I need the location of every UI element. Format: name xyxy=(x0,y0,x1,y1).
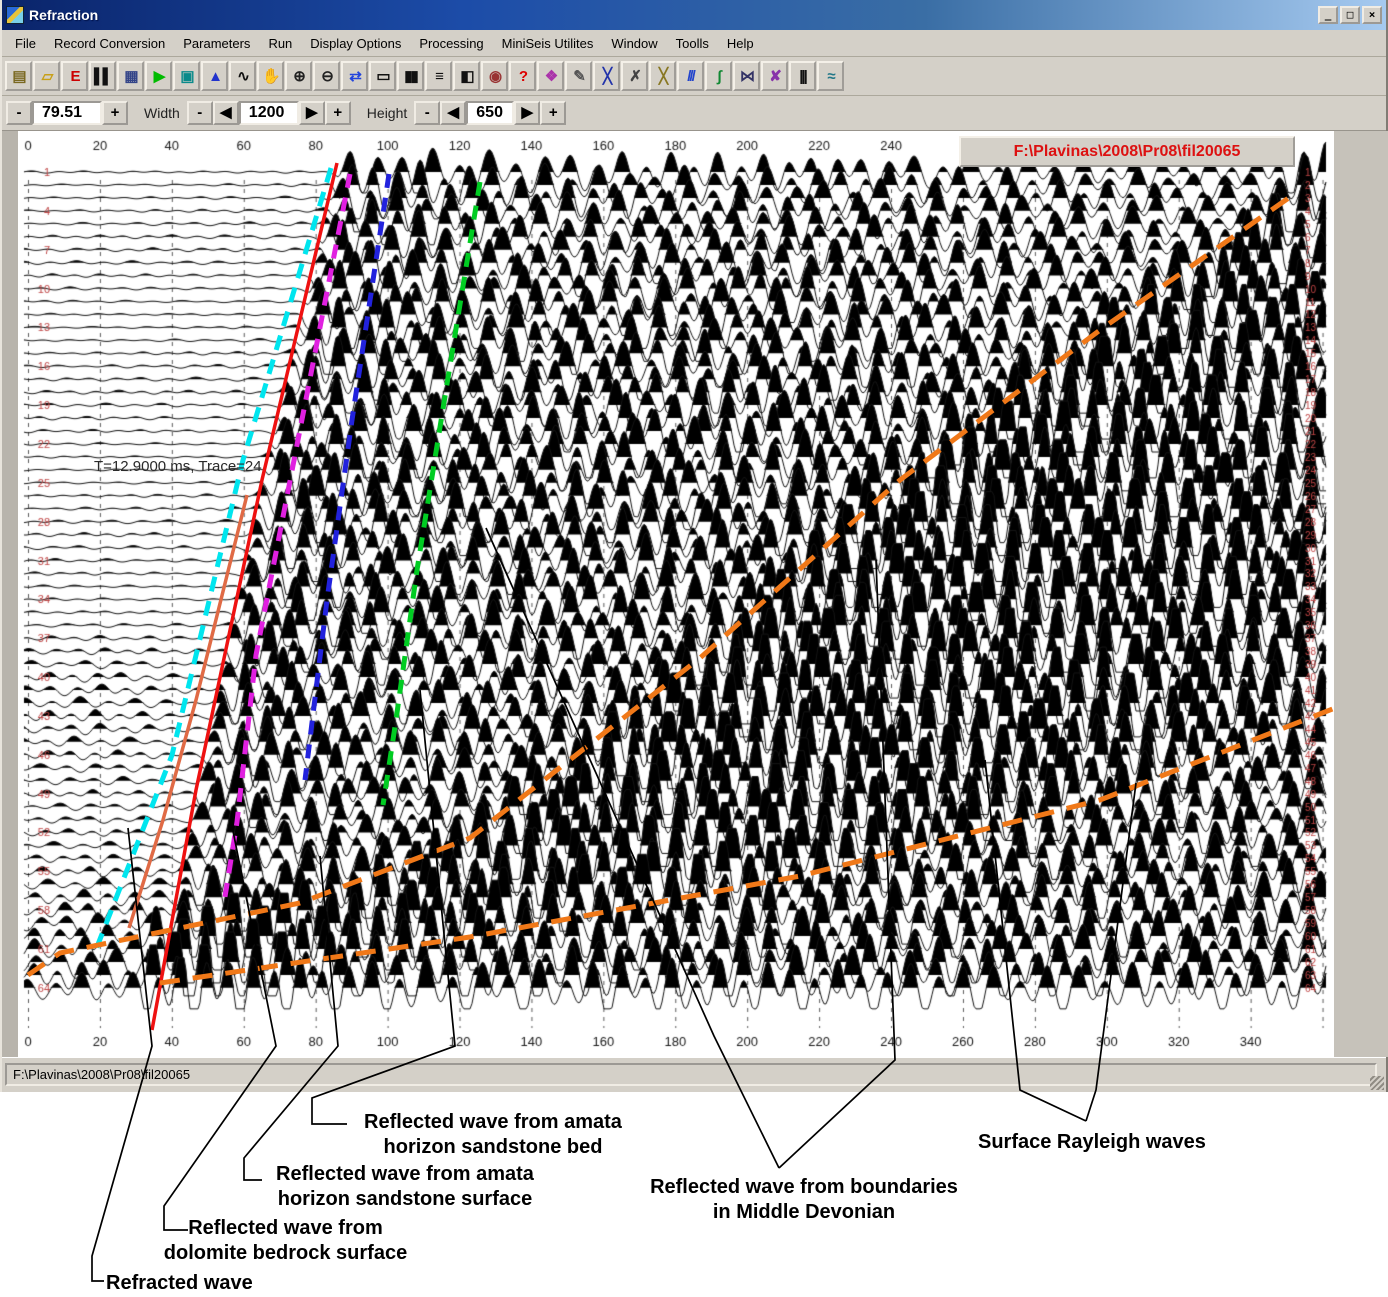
menu-item-file[interactable]: File xyxy=(6,32,45,55)
height-label: Height xyxy=(367,105,407,121)
minimize-button[interactable]: _ xyxy=(1318,6,1338,24)
save-convert-icon[interactable]: ▦ xyxy=(117,61,144,91)
seismic-plot-region: F:\Plavinas\2008\Pr08\fil20065 T=12.9000… xyxy=(2,131,1388,1057)
curves-join-icon[interactable]: ⋈ xyxy=(733,61,760,91)
width-label: Width xyxy=(144,105,180,121)
label-amata-surface: Reflected wave from amatahorizon sandsto… xyxy=(255,1162,555,1212)
window-title: Refraction xyxy=(29,7,1316,23)
menu-bar: FileRecord ConversionParametersRunDispla… xyxy=(2,30,1386,57)
seismogram-canvas[interactable] xyxy=(18,131,1334,1057)
run-play-icon[interactable]: ▶ xyxy=(145,61,172,91)
label-refracted-line-1: Refracted wave xyxy=(106,1271,326,1296)
menu-item-window[interactable]: Window xyxy=(602,32,666,55)
zoom-in-icon[interactable]: ⊕ xyxy=(285,61,312,91)
cursor-readout: T=12.9000 ms, Trace=24 xyxy=(94,458,262,475)
label-refracted: Refracted wave xyxy=(106,1271,326,1296)
width-step-left-button[interactable]: ◀ xyxy=(213,101,239,125)
label-dolomite: Reflected wave fromdolomite bedrock surf… xyxy=(128,1216,443,1266)
app-icon xyxy=(6,6,24,24)
pan-hand-icon[interactable]: ✋ xyxy=(257,61,284,91)
pause-traces-icon[interactable]: ▌▌ xyxy=(89,61,116,91)
zoom-out-icon[interactable]: ⊖ xyxy=(313,61,340,91)
application-window: Refraction _ □ × FileRecord ConversionPa… xyxy=(0,0,1388,1092)
resize-grip[interactable] xyxy=(1370,1076,1384,1090)
edit-notes-icon[interactable]: ✎ xyxy=(565,61,592,91)
label-amata-surface-line-1: Reflected wave from amata xyxy=(255,1162,555,1187)
new-document-icon[interactable]: ▤ xyxy=(5,61,32,91)
height-plus-button[interactable]: + xyxy=(540,101,566,125)
scale-minus-button[interactable]: - xyxy=(6,101,32,125)
smooth-waves-icon[interactable]: ≈ xyxy=(817,61,844,91)
toolbar: ▤▱E▌▌▦▶▣▲∿✋⊕⊖⇄▭▮▮≡◧◉?❖✎╳✗╳///∫⋈✘|||≈ xyxy=(2,57,1386,96)
record-media-icon[interactable]: ◉ xyxy=(481,61,508,91)
menu-item-run[interactable]: Run xyxy=(259,32,301,55)
stop-frame-icon[interactable]: ▣ xyxy=(173,61,200,91)
velocity-curves-icon[interactable]: /// xyxy=(677,61,704,91)
edit-e-icon[interactable]: E xyxy=(61,61,88,91)
height-step-right-button[interactable]: ▶ xyxy=(514,101,540,125)
label-middle-devonian-line-2: in Middle Devonian xyxy=(628,1200,980,1225)
controls-bar: -79.51+Width-◀1200▶+Height-◀650▶+ xyxy=(2,96,1386,131)
label-rayleigh: Surface Rayleigh waves xyxy=(978,1130,1258,1155)
menu-item-miniseis-utilites[interactable]: MiniSeis Utilites xyxy=(493,32,603,55)
cross-traces-icon[interactable]: ╳ xyxy=(593,61,620,91)
cascade-windows-icon[interactable]: ◧ xyxy=(453,61,480,91)
plot-left-margin xyxy=(2,131,19,1057)
file-label: F:\Plavinas\2008\Pr08\fil20065 xyxy=(959,136,1295,167)
menu-item-help[interactable]: Help xyxy=(718,32,763,55)
split-vertical-icon[interactable]: ▮▮ xyxy=(397,61,424,91)
title-bar[interactable]: Refraction _ □ × xyxy=(2,0,1386,30)
open-folder-icon[interactable]: ▱ xyxy=(33,61,60,91)
split-horizontal-icon[interactable]: ≡ xyxy=(425,61,452,91)
label-middle-devonian: Reflected wave from boundariesin Middle … xyxy=(628,1175,980,1225)
label-amata-bed-line-2: horizon sandstone bed xyxy=(343,1135,643,1160)
hodograph-curve-icon[interactable]: ∫ xyxy=(705,61,732,91)
label-middle-devonian-line-1: Reflected wave from boundaries xyxy=(628,1175,980,1200)
status-bar: F:\Plavinas\2008\Pr08\fil20065 xyxy=(2,1057,1386,1092)
single-window-icon[interactable]: ▭ xyxy=(369,61,396,91)
document-check-icon[interactable]: ✗ xyxy=(621,61,648,91)
crossing-curves-icon[interactable]: ╳ xyxy=(649,61,676,91)
menu-item-toolls[interactable]: Toolls xyxy=(667,32,718,55)
menu-item-display-options[interactable]: Display Options xyxy=(301,32,410,55)
height-step-left-button[interactable]: ◀ xyxy=(440,101,466,125)
label-dolomite-line-2: dolomite bedrock surface xyxy=(128,1241,443,1266)
label-amata-bed: Reflected wave from amatahorizon sandsto… xyxy=(343,1110,643,1160)
height-value[interactable]: 650 xyxy=(466,101,514,125)
width-value[interactable]: 1200 xyxy=(239,101,299,125)
trace-marks-icon[interactable]: ||| xyxy=(789,61,816,91)
menu-item-parameters[interactable]: Parameters xyxy=(174,32,259,55)
label-dolomite-line-1: Reflected wave from xyxy=(128,1216,443,1241)
help-icon[interactable]: ? xyxy=(509,61,536,91)
close-button[interactable]: × xyxy=(1362,6,1382,24)
menu-item-record-conversion[interactable]: Record Conversion xyxy=(45,32,174,55)
width-plus-button[interactable]: + xyxy=(325,101,351,125)
process-blocks-icon[interactable]: ❖ xyxy=(537,61,564,91)
scale-plus-button[interactable]: + xyxy=(102,101,128,125)
label-amata-surface-line-2: horizon sandstone surface xyxy=(255,1187,555,1212)
maximize-button[interactable]: □ xyxy=(1340,6,1360,24)
label-rayleigh-line-1: Surface Rayleigh waves xyxy=(978,1130,1258,1155)
width-step-right-button[interactable]: ▶ xyxy=(299,101,325,125)
scale-value[interactable]: 79.51 xyxy=(32,101,102,125)
cross-purple-icon[interactable]: ✘ xyxy=(761,61,788,91)
label-amata-bed-line-1: Reflected wave from amata xyxy=(343,1110,643,1135)
menu-item-processing[interactable]: Processing xyxy=(410,32,492,55)
swap-direction-icon[interactable]: ⇄ xyxy=(341,61,368,91)
status-text: F:\Plavinas\2008\Pr08\fil20065 xyxy=(5,1063,1377,1086)
amplitude-histogram-icon[interactable]: ▲ xyxy=(201,61,228,91)
width-minus-button[interactable]: - xyxy=(187,101,213,125)
wiggle-trace-icon[interactable]: ∿ xyxy=(229,61,256,91)
height-minus-button[interactable]: - xyxy=(414,101,440,125)
